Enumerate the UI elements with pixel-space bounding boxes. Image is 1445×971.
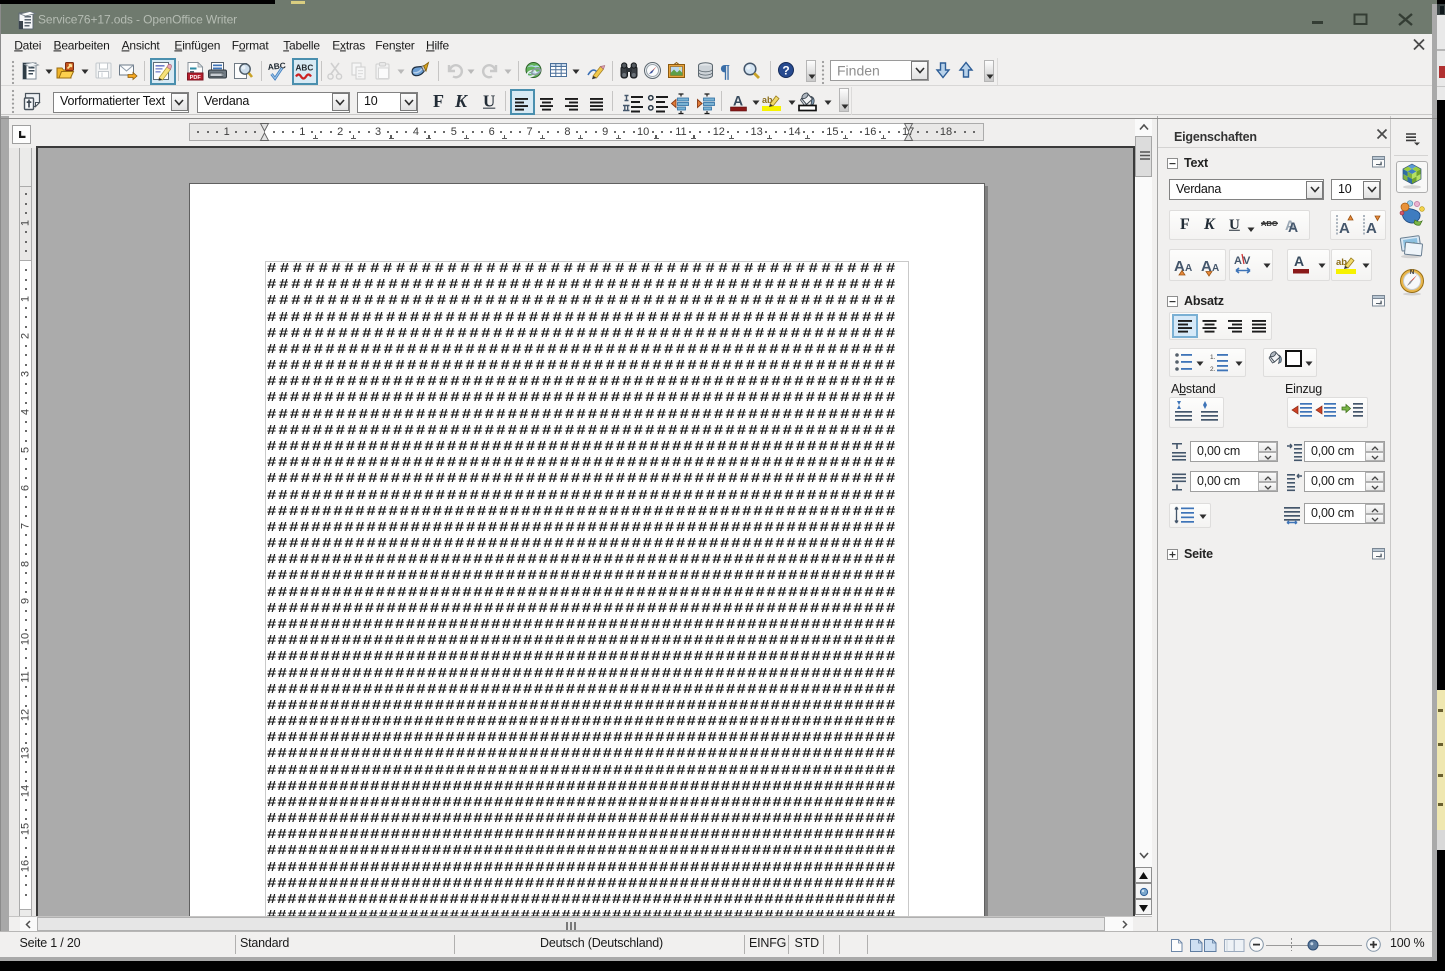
svg-text:A: A [1234,255,1242,267]
svg-text:A: A [1288,219,1298,235]
svg-text:¶: ¶ [720,62,730,83]
svg-text:A: A [1294,253,1304,269]
svg-text:A: A [733,93,743,109]
svg-text:A: A [1366,220,1377,237]
svg-text:?: ? [782,64,789,78]
svg-text:A: A [1212,263,1219,274]
svg-text:A: A [1339,220,1350,237]
svg-text:1.: 1. [1210,354,1216,361]
svg-text:V: V [1243,255,1251,267]
svg-text:A: A [1185,263,1192,274]
svg-text:PDF: PDF [190,75,202,81]
svg-text:2.: 2. [1210,366,1216,373]
svg-text:ABC: ABC [267,60,286,72]
svg-text:N: N [1410,270,1414,276]
svg-text:ABC: ABC [296,64,314,73]
